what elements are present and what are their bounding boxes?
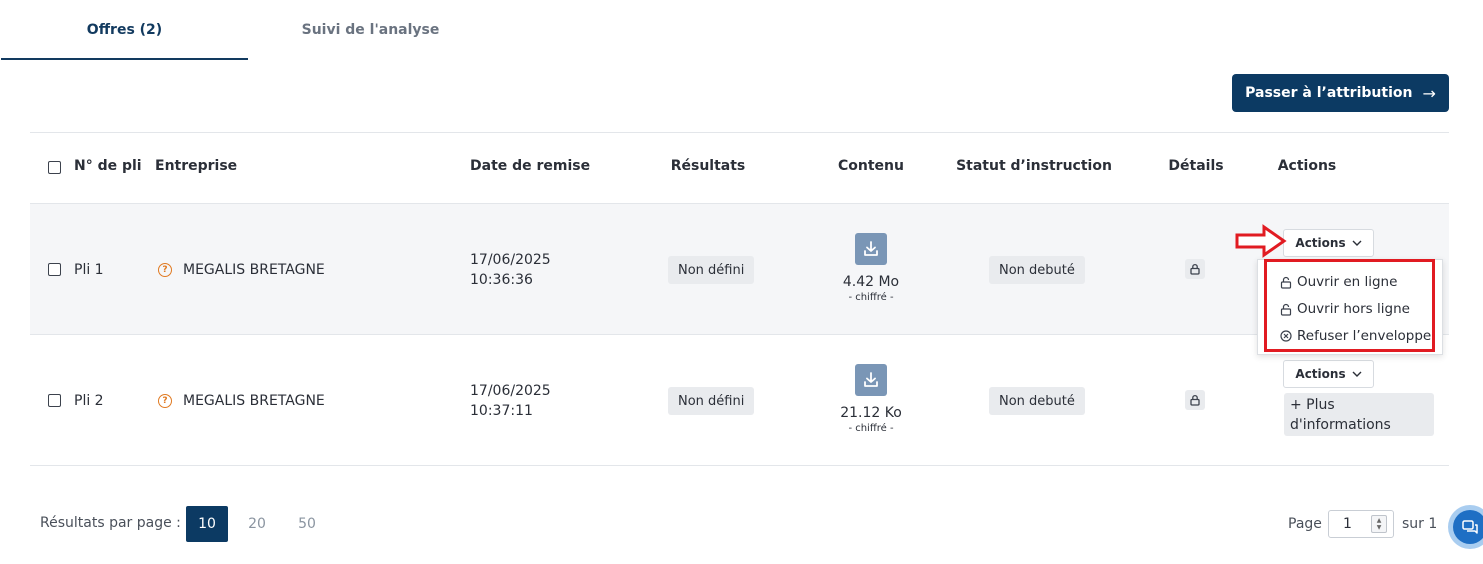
divider [30, 132, 1449, 133]
time-remise: 10:36:36 [470, 272, 533, 288]
chat-icon [1462, 520, 1478, 534]
select-all-checkbox[interactable] [48, 161, 61, 174]
actions-dropdown-button[interactable]: Actions [1283, 360, 1374, 388]
col-header-pli: N° de pli [74, 158, 142, 174]
chevron-down-icon [1352, 371, 1362, 377]
active-tab-underline [1, 58, 248, 60]
tab-offres-label: Offres (2) [86, 22, 163, 38]
unlock-icon [1280, 276, 1292, 289]
date-remise: 17/06/2025 [470, 252, 551, 268]
actions-label: Actions [1295, 367, 1346, 381]
pli-number: Pli 1 [74, 262, 104, 278]
download-button[interactable] [855, 364, 887, 396]
divider [30, 465, 1449, 466]
per-page-option-50[interactable]: 50 [286, 506, 328, 542]
row-checkbox[interactable] [48, 394, 61, 407]
col-header-entreprise: Entreprise [155, 158, 238, 174]
arrow-right-icon: → [1422, 83, 1436, 103]
chevron-down-icon [1352, 240, 1362, 246]
resultat-badge: Non défini [668, 387, 755, 415]
lock-icon [1190, 263, 1200, 275]
menu-item-refuser-enveloppe[interactable]: Refuser l’enveloppe [1280, 326, 1431, 346]
page-label: Page [1288, 516, 1322, 532]
col-header-statut: Statut d’instruction [956, 158, 1112, 174]
actions-menu: Ouvrir en ligne Ouvrir hors ligne Refuse… [1257, 259, 1443, 355]
tab-suivi-analyse[interactable]: Suivi de l'analyse [247, 0, 494, 60]
tab-bar: Offres (2) Suivi de l'analyse [0, 0, 1483, 60]
date-remise: 17/06/2025 [470, 383, 551, 399]
time-remise: 10:37:11 [470, 403, 533, 419]
chat-button[interactable] [1448, 505, 1483, 549]
total-pages-label: sur 1 [1402, 516, 1438, 532]
per-page-option-10[interactable]: 10 [186, 506, 228, 542]
lock-icon [1190, 394, 1200, 406]
col-header-actions: Actions [1277, 158, 1337, 174]
download-button[interactable] [855, 233, 887, 265]
page-number-value: 1 [1343, 516, 1352, 532]
plus-informations-button[interactable]: + Plus d'informations [1284, 393, 1434, 436]
circle-x-icon [1280, 330, 1292, 342]
passer-attribution-button[interactable]: Passer à l’attribution → [1232, 74, 1449, 112]
actions-label: Actions [1295, 236, 1346, 250]
menu-item-ouvrir-hors-ligne[interactable]: Ouvrir hors ligne [1280, 299, 1410, 319]
entreprise-name: MEGALIS BRETAGNE [183, 393, 325, 409]
menu-item-label: Ouvrir en ligne [1297, 274, 1398, 290]
page-stepper[interactable]: ▲ ▼ [1371, 515, 1387, 533]
encrypted-label: - chiffré - [848, 292, 894, 303]
chat-button-inner [1453, 510, 1483, 544]
entreprise-name: MEGALIS BRETAGNE [183, 262, 325, 278]
per-page-option-20[interactable]: 20 [236, 506, 278, 542]
pli-number: Pli 2 [74, 393, 104, 409]
statut-badge: Non debuté [989, 387, 1085, 415]
download-icon [864, 372, 878, 387]
encrypted-label: - chiffré - [848, 423, 894, 434]
row-checkbox[interactable] [48, 263, 61, 276]
question-icon: ? [158, 394, 172, 408]
page-number-input[interactable]: 1 ▲ ▼ [1328, 510, 1394, 538]
menu-item-ouvrir-en-ligne[interactable]: Ouvrir en ligne [1280, 272, 1397, 292]
annotation-arrow-icon [1235, 224, 1287, 258]
file-size: 4.42 Mo [842, 274, 900, 290]
details-lock-button[interactable] [1185, 390, 1205, 410]
col-header-resultats: Résultats [670, 158, 746, 174]
details-lock-button[interactable] [1185, 259, 1205, 279]
col-header-contenu: Contenu [838, 158, 904, 174]
chevron-up-icon: ▲ [1376, 517, 1382, 524]
tab-offres[interactable]: Offres (2) [1, 0, 248, 60]
statut-badge: Non debuté [989, 256, 1085, 284]
tab-suivi-label: Suivi de l'analyse [301, 22, 440, 38]
chevron-down-icon: ▼ [1376, 524, 1382, 531]
menu-item-label: Ouvrir hors ligne [1297, 301, 1410, 317]
per-page-label: Résultats par page : [40, 515, 181, 531]
file-size: 21.12 Ko [840, 405, 902, 421]
passer-attribution-label: Passer à l’attribution [1245, 85, 1413, 101]
col-header-date: Date de remise [470, 158, 591, 174]
actions-dropdown-button[interactable]: Actions [1283, 229, 1374, 257]
unlock-icon [1280, 303, 1292, 316]
download-icon [864, 241, 878, 256]
menu-item-label: Refuser l’enveloppe [1297, 328, 1432, 344]
question-icon: ? [158, 263, 172, 277]
col-header-details: Détails [1168, 158, 1224, 174]
resultat-badge: Non défini [668, 256, 755, 284]
